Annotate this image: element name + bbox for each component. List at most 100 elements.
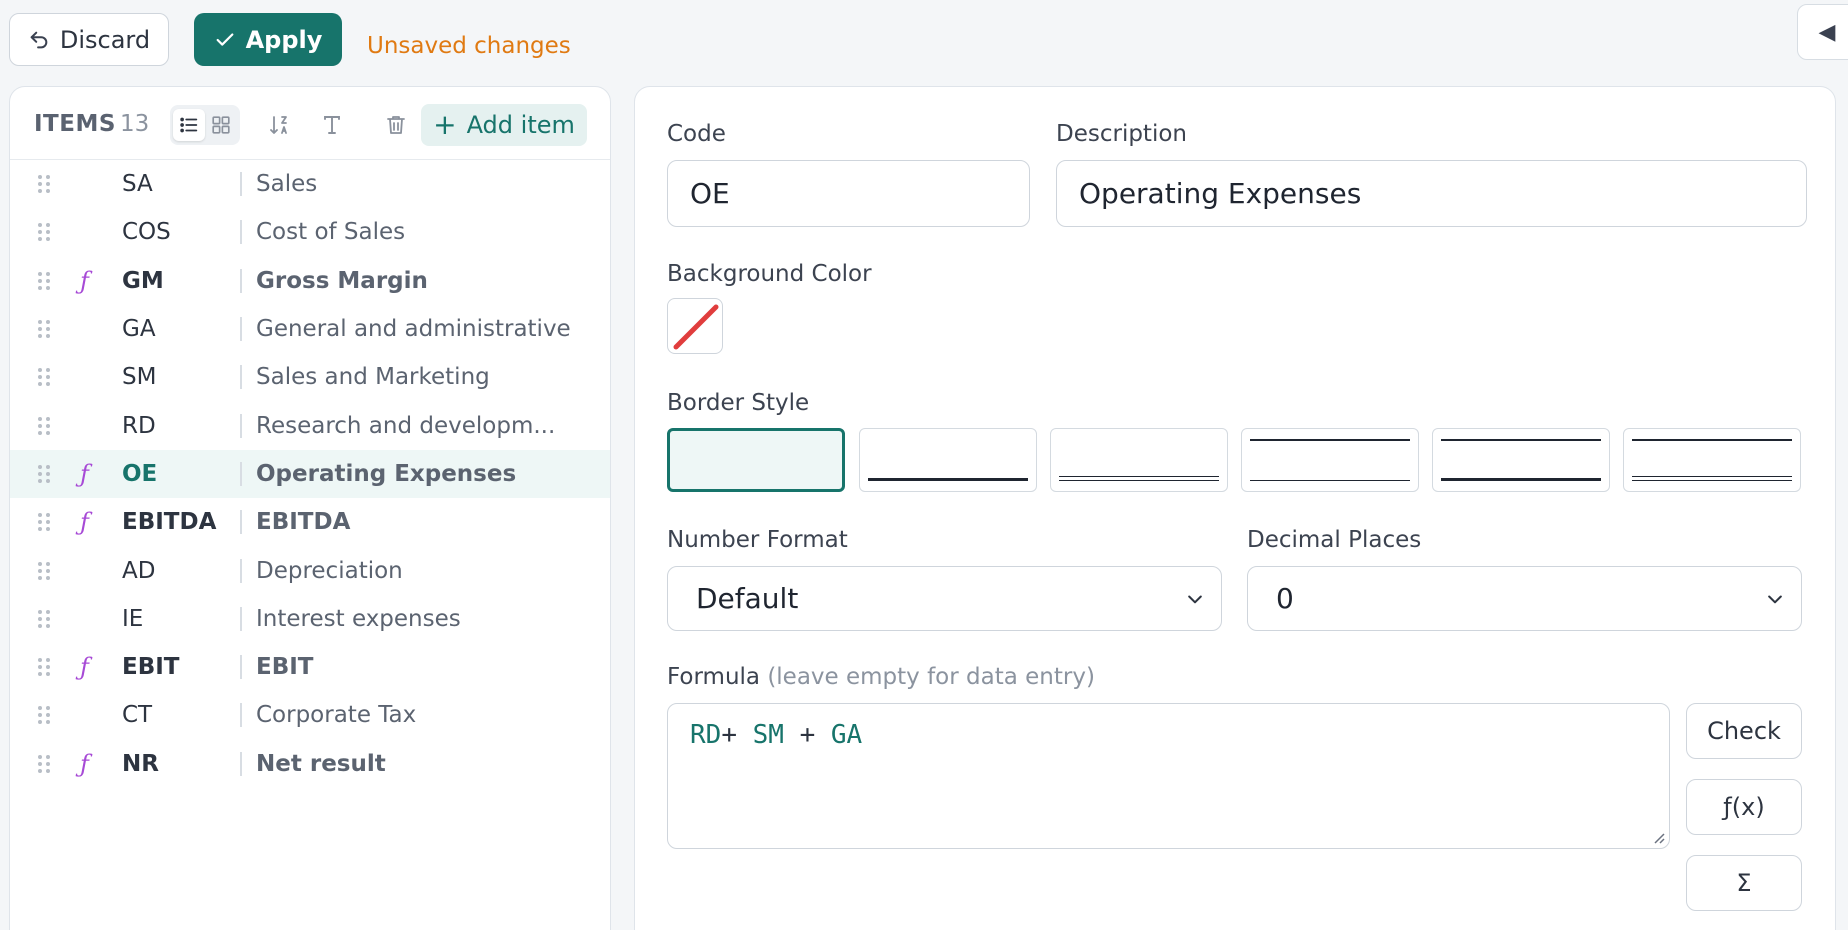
column-divider [240, 413, 242, 438]
list-item[interactable]: ƒ OE Operating Expenses [10, 449, 610, 499]
column-divider [240, 655, 242, 680]
drag-handle-icon[interactable] [38, 319, 50, 339]
border-style-top-bottom-double[interactable] [1623, 428, 1801, 492]
text-format-button[interactable] [316, 109, 348, 141]
list-item[interactable]: ƒ EBIT EBIT [10, 643, 610, 691]
formula-icon: ƒ [80, 508, 89, 537]
insert-function-button[interactable]: ƒ(x) [1686, 779, 1802, 835]
resize-handle-icon[interactable] [1651, 830, 1665, 844]
formula-icon: ƒ [80, 459, 89, 488]
formula-label: Formula (leave empty for data entry) [667, 664, 1095, 690]
chevron-down-icon [1768, 595, 1782, 603]
list-icon [180, 117, 198, 133]
item-code: AD [122, 557, 156, 584]
decimal-places-select[interactable]: 0 [1247, 566, 1802, 631]
border-style-top-bottom-thick[interactable] [1432, 428, 1610, 492]
drag-handle-icon[interactable] [38, 609, 50, 629]
drag-handle-icon[interactable] [38, 174, 50, 194]
item-description: EBITDA [256, 509, 351, 536]
collapse-panel-button[interactable]: ◀ [1797, 4, 1848, 60]
drag-handle-icon[interactable] [38, 657, 50, 677]
list-item[interactable]: ƒ EBITDA EBITDA [10, 498, 610, 546]
formula-token: SM [736, 720, 784, 750]
drag-handle-icon[interactable] [38, 464, 50, 484]
border-style-bottom-double[interactable] [1050, 428, 1228, 492]
items-title: ITEMS [34, 111, 116, 137]
list-item[interactable]: AD Depreciation [10, 546, 610, 594]
item-code: GA [122, 316, 156, 343]
item-code: RD [122, 412, 156, 439]
view-toggle [170, 105, 240, 145]
list-item[interactable]: ƒ GM Gross Margin [10, 257, 610, 305]
apply-label: Apply [245, 25, 323, 54]
formula-token: GA [830, 720, 863, 750]
formula-input[interactable]: RD+ SM + GA [667, 703, 1670, 849]
description-input[interactable]: Operating Expenses [1056, 160, 1807, 227]
list-view-button[interactable] [173, 109, 205, 141]
check-formula-button[interactable]: Check [1686, 703, 1802, 759]
number-format-select[interactable]: Default [667, 566, 1222, 631]
item-code: COS [122, 219, 171, 246]
column-divider [240, 703, 242, 728]
list-item[interactable]: CT Corporate Tax [10, 691, 610, 739]
insert-sum-button[interactable]: Σ [1686, 855, 1802, 911]
list-item[interactable]: SA Sales [10, 160, 610, 208]
drag-handle-icon[interactable] [38, 222, 50, 242]
number-format-value: Default [696, 582, 799, 615]
item-description: Net result [256, 750, 386, 777]
delete-button[interactable] [380, 109, 412, 141]
drag-handle-icon[interactable] [38, 367, 50, 387]
chevron-down-icon [1188, 595, 1202, 603]
border-style-top-bottom[interactable] [1241, 428, 1419, 492]
column-divider [240, 558, 242, 583]
drag-handle-icon[interactable] [38, 416, 50, 436]
formula-icon: ƒ [80, 653, 89, 682]
description-label: Description [1056, 121, 1187, 147]
list-item[interactable]: SM Sales and Marketing [10, 353, 610, 401]
column-divider [240, 317, 242, 342]
item-description: Interest expenses [256, 605, 461, 632]
check-icon [216, 32, 234, 46]
item-description: Corporate Tax [256, 702, 417, 729]
column-divider [240, 365, 242, 390]
item-description: Sales [256, 171, 318, 198]
items-header: ITEMS 13 + Add item [10, 87, 610, 160]
drag-handle-icon[interactable] [38, 705, 50, 725]
list-item[interactable]: IE Interest expenses [10, 595, 610, 643]
add-item-button[interactable]: + Add item [421, 104, 587, 146]
code-input[interactable]: OE [667, 160, 1030, 227]
column-divider [240, 268, 242, 293]
grid-view-button[interactable] [205, 109, 237, 141]
discard-button[interactable]: Discard [9, 13, 169, 66]
item-code: EBIT [122, 654, 180, 681]
formula-icon: ƒ [80, 266, 89, 295]
apply-button[interactable]: Apply [194, 13, 342, 66]
list-item[interactable]: ƒ NR Net result [10, 740, 610, 788]
drag-handle-icon[interactable] [38, 754, 50, 774]
discard-label: Discard [59, 25, 151, 54]
list-item[interactable]: COS Cost of Sales [10, 208, 610, 256]
formula-hint: (leave empty for data entry) [767, 664, 1095, 690]
column-divider [240, 510, 242, 535]
border-style-none[interactable] [667, 428, 845, 492]
border-style-bottom-thick[interactable] [859, 428, 1037, 492]
background-color-swatch[interactable] [667, 298, 723, 354]
text-icon [324, 116, 340, 134]
items-count: 13 [120, 111, 150, 137]
item-description: Operating Expenses [256, 460, 517, 487]
item-code: NR [122, 750, 159, 777]
drag-handle-icon[interactable] [38, 271, 50, 291]
item-code: GM [122, 267, 164, 294]
item-description: Depreciation [256, 557, 403, 584]
list-item[interactable]: RD Research and developm... [10, 401, 610, 449]
item-description: General and administrative [256, 316, 571, 343]
formula-label-text: Formula [667, 664, 760, 690]
code-label: Code [667, 121, 726, 147]
list-item[interactable]: GA General and administrative [10, 305, 610, 353]
item-description: Research and developm... [256, 412, 556, 439]
sort-button[interactable] [264, 109, 296, 141]
item-description: Cost of Sales [256, 219, 406, 246]
drag-handle-icon[interactable] [38, 512, 50, 532]
items-panel: ITEMS 13 + Add item SA Sales COS Cost of Sa… [9, 86, 611, 930]
drag-handle-icon[interactable] [38, 561, 50, 581]
